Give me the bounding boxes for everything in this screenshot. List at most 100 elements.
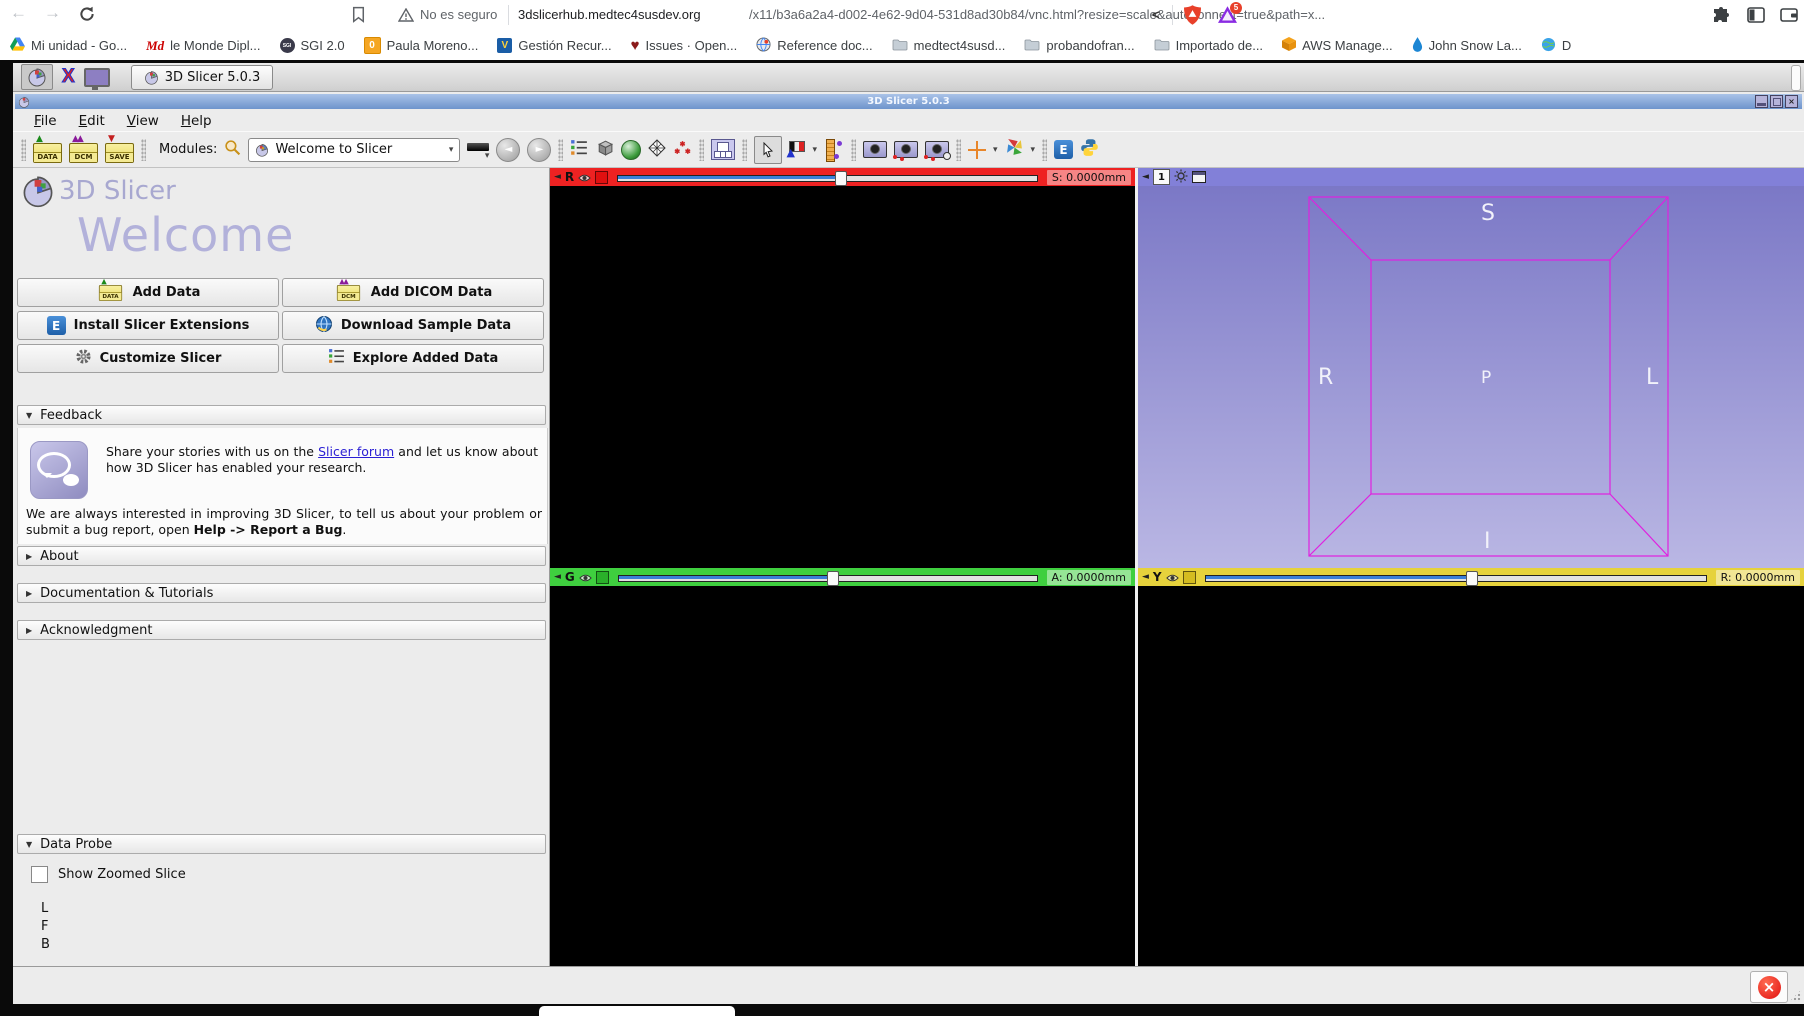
window-titlebar[interactable]: 3D Slicer 5.0.3 × — [15, 94, 1802, 109]
add-data-button[interactable]: ▲DATA Add Data — [17, 278, 279, 307]
menu-file[interactable]: File — [27, 111, 64, 131]
slicer-launcher-button[interactable] — [21, 64, 53, 90]
wallet-icon[interactable] — [1780, 7, 1798, 28]
sun-icon[interactable] — [1174, 168, 1188, 187]
pin-icon[interactable]: ◄ — [554, 172, 561, 182]
add-dicom-data-button[interactable]: ▲▲DCM Add DICOM Data — [282, 278, 544, 307]
yellow-slice-slider[interactable] — [1205, 571, 1707, 584]
bookmark-item[interactable]: Md le Monde Dipl... — [146, 38, 260, 54]
hidden-panel-edge[interactable] — [539, 1006, 735, 1016]
bookmark-item[interactable]: Reference doc... — [756, 37, 872, 55]
module-finder-icon[interactable]: ▾ — [467, 139, 489, 161]
explore-added-data-button[interactable]: Explore Added Data — [282, 344, 544, 373]
red-slice-menu-icon[interactable] — [595, 171, 608, 184]
place-fiducial-icon[interactable]: ▲ — [789, 141, 805, 152]
bookmark-item[interactable]: V Gestión Recur... — [497, 38, 611, 53]
module-history-icon[interactable] — [570, 139, 588, 161]
pin-icon[interactable]: ◄ — [554, 572, 561, 582]
toolbar-grip[interactable] — [141, 139, 146, 161]
yellow-slice-menu-icon[interactable] — [1183, 571, 1196, 584]
brave-shield-icon[interactable] — [1184, 5, 1201, 30]
notification-triangle-icon[interactable]: 5 — [1218, 6, 1237, 28]
bookmark-item[interactable]: ♥ Issues · Open... — [631, 38, 738, 53]
slicer-forum-link[interactable]: Slicer forum — [318, 444, 394, 459]
layout-selector-icon[interactable] — [711, 139, 735, 160]
view-menu-icon[interactable] — [1192, 171, 1206, 183]
install-extensions-button[interactable]: E Install Slicer Extensions — [17, 311, 279, 340]
red-slice-view[interactable] — [550, 186, 1135, 568]
bookmark-item[interactable]: Importado de... — [1154, 38, 1263, 54]
bookmark-item[interactable]: D — [1541, 37, 1571, 55]
extensions-puzzle-icon[interactable] — [1712, 6, 1730, 29]
add-data-icon[interactable]: ▲DATA — [33, 143, 62, 163]
section-data-probe[interactable]: ▼ Data Probe — [17, 834, 546, 854]
customize-slicer-button[interactable]: Customize Slicer — [17, 344, 279, 373]
green-slice-menu-icon[interactable] — [596, 571, 609, 584]
module-selector[interactable]: Welcome to Slicer ▾ — [248, 138, 460, 162]
bookmark-item[interactable]: medtect4susd... — [892, 38, 1006, 54]
taskbar-scrollbar[interactable] — [1791, 65, 1801, 91]
slider-handle[interactable] — [1466, 571, 1478, 586]
threed-view[interactable]: S R P L I — [1138, 186, 1804, 568]
module-forward-icon[interactable]: ► — [527, 138, 551, 162]
section-about[interactable]: ▶ About — [17, 546, 546, 566]
taskbar-window-button[interactable]: 3D Slicer 5.0.3 — [131, 65, 274, 90]
toolbar-grip[interactable] — [956, 139, 961, 161]
bookmark-item[interactable]: Mi unidad - Go... — [10, 37, 127, 54]
bookmark-outline-icon[interactable] — [352, 6, 365, 28]
toolbar-grip[interactable] — [558, 139, 563, 161]
maximize-button[interactable] — [1770, 95, 1783, 108]
share-icon[interactable]: < — [1152, 7, 1160, 22]
toolbar-grip[interactable] — [742, 139, 747, 161]
bookmark-item[interactable]: probandofran... — [1024, 38, 1134, 54]
security-warning-icon[interactable] — [398, 8, 414, 27]
screenshot-icon[interactable] — [863, 141, 887, 158]
slider-handle[interactable] — [827, 571, 839, 586]
bookmark-item[interactable]: 0 Paula Moreno... — [364, 37, 479, 54]
bookmark-item[interactable]: John Snow La... — [1412, 37, 1522, 55]
slider-handle[interactable] — [835, 171, 847, 186]
download-sample-data-button[interactable]: Download Sample Data — [282, 311, 544, 340]
url-host[interactable]: 3dslicerhub.medtec4susdev.org — [518, 7, 701, 22]
section-documentation[interactable]: ▶ Documentation & Tutorials — [17, 583, 546, 603]
scene-view-restore-icon[interactable] — [925, 141, 949, 158]
sidebar-toggle-icon[interactable] — [1747, 7, 1765, 28]
bookmark-item[interactable]: SGI SGI 2.0 — [280, 38, 345, 53]
eye-icon[interactable] — [1166, 568, 1179, 587]
module-back-icon[interactable]: ◄ — [496, 138, 520, 162]
resize-grip[interactable] — [1789, 989, 1802, 1002]
green-slice-slider[interactable] — [618, 571, 1038, 584]
data-module-cube-icon[interactable] — [595, 138, 614, 161]
browser-forward-icon[interactable]: → — [44, 3, 61, 23]
scene-views-icon[interactable] — [894, 141, 918, 158]
close-button[interactable]: × — [1785, 95, 1798, 108]
volume-rendering-icon[interactable] — [621, 140, 641, 160]
save-icon[interactable]: ▼SAVE — [105, 143, 134, 163]
yellow-slice-view[interactable] — [1138, 586, 1804, 966]
toolbar-grip[interactable] — [851, 139, 856, 161]
security-label[interactable]: No es seguro — [420, 7, 497, 22]
crosshair-icon[interactable] — [968, 141, 986, 159]
bookmark-item[interactable]: AWS Manage... — [1282, 37, 1393, 54]
toolbar-grip[interactable] — [21, 139, 26, 161]
toolbar-grip[interactable] — [699, 139, 704, 161]
section-feedback[interactable]: ▼ Feedback — [17, 405, 546, 425]
menu-edit[interactable]: Edit — [72, 111, 112, 131]
monitor-icon[interactable] — [84, 68, 110, 87]
section-acknowledgment[interactable]: ▶ Acknowledgment — [17, 620, 546, 640]
pin-icon[interactable]: ◄ — [1142, 172, 1149, 182]
slice-intersections-icon[interactable] — [1005, 138, 1024, 161]
mouse-mode-cursor-button[interactable] — [754, 136, 782, 164]
show-zoomed-slice-checkbox[interactable] — [31, 866, 48, 883]
eye-icon[interactable] — [579, 568, 592, 587]
module-search-icon[interactable] — [224, 139, 241, 160]
extensions-manager-icon[interactable]: E — [1054, 140, 1073, 159]
viewport-divider[interactable] — [1135, 168, 1138, 966]
eye-icon[interactable] — [578, 168, 591, 187]
mesh-diamond-icon[interactable] — [648, 139, 666, 161]
pin-icon[interactable]: ◄ — [1142, 572, 1149, 582]
error-log-button[interactable]: × — [1750, 971, 1788, 1003]
x11-icon[interactable]: X — [62, 66, 75, 88]
python-console-icon[interactable] — [1080, 138, 1099, 161]
minimize-button[interactable] — [1755, 95, 1768, 108]
